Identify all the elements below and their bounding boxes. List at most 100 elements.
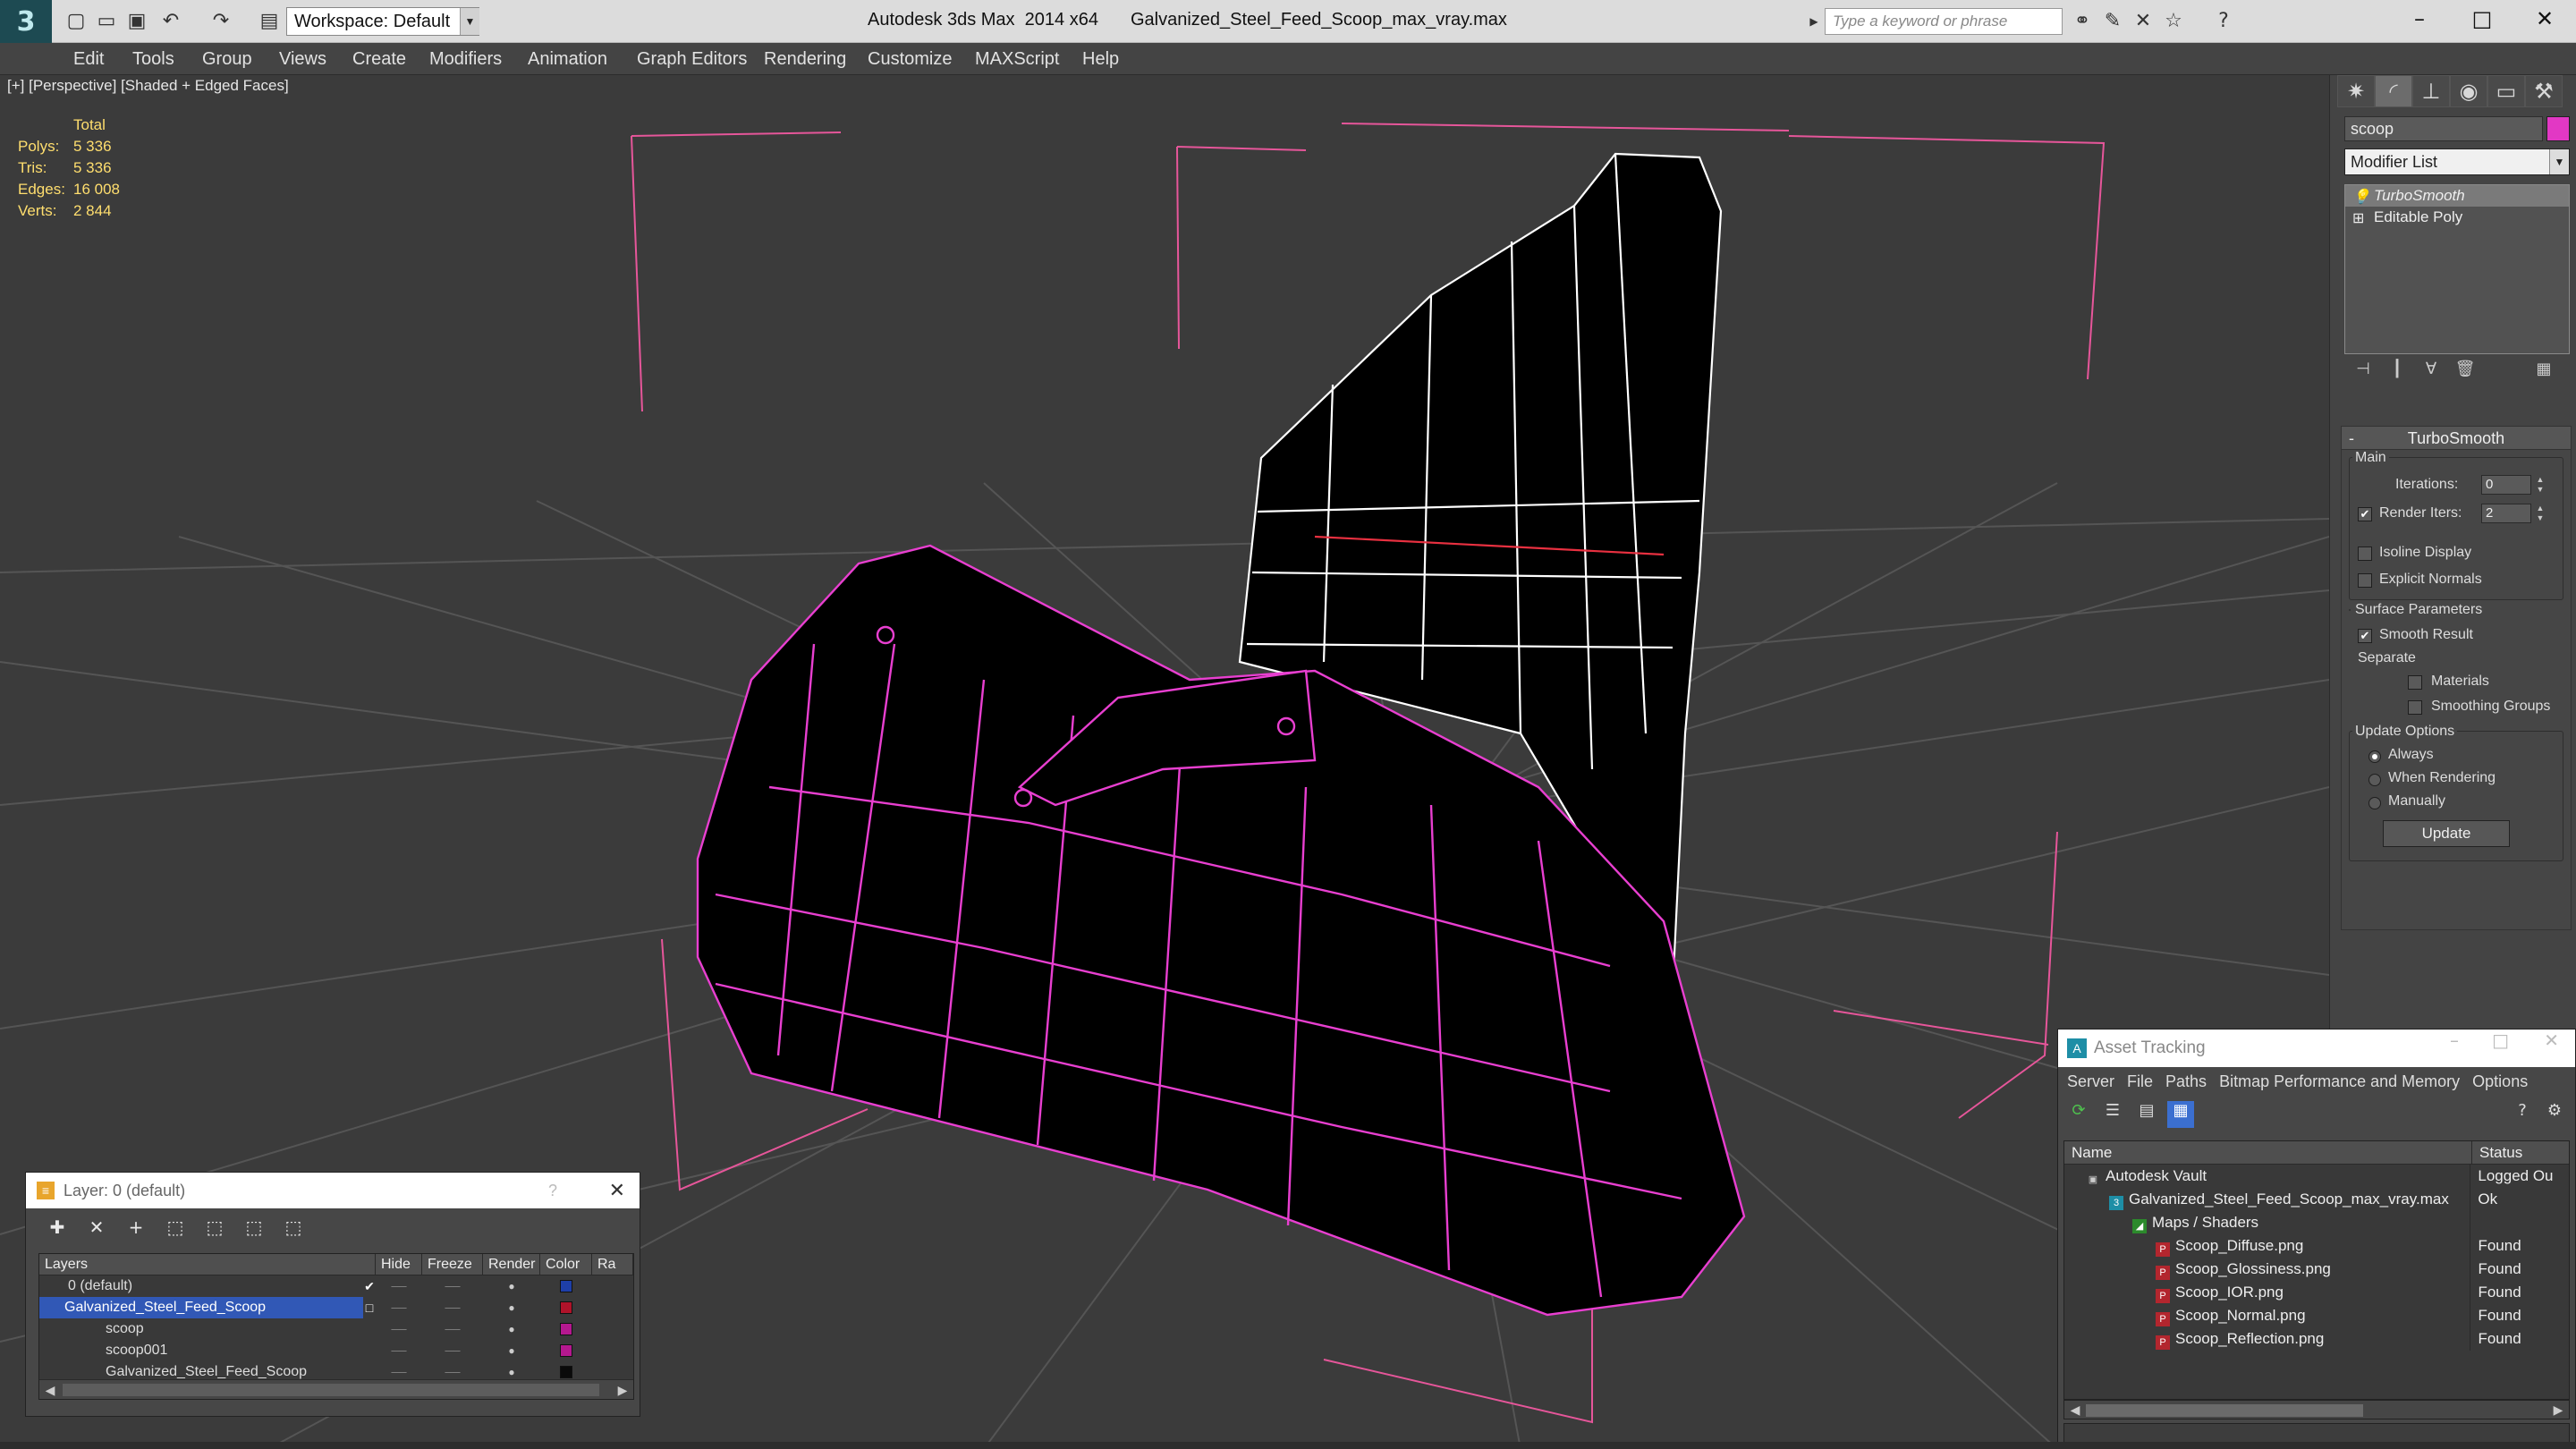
delete-layer-icon[interactable]: ✕ — [80, 1214, 114, 1241]
materials-checkbox[interactable] — [2408, 675, 2422, 690]
list-view-icon[interactable]: ☰ — [2099, 1101, 2126, 1128]
pin-stack-icon[interactable]: ⊣ — [2350, 360, 2377, 386]
col-status[interactable]: Status — [2472, 1141, 2522, 1164]
asset-name[interactable]: P Scoop_IOR.png — [2064, 1281, 2471, 1304]
menu-maxscript[interactable]: MAXScript — [975, 43, 1059, 75]
layer-help-icon[interactable]: ? — [548, 1173, 557, 1208]
configure-modifier-sets-icon[interactable]: ▦ — [2530, 360, 2557, 386]
hierarchy-tab-icon[interactable]: ⊥ — [2412, 75, 2450, 107]
layer-color[interactable] — [540, 1297, 592, 1318]
asset-name[interactable]: ◢ Maps / Shaders — [2064, 1211, 2471, 1234]
asset-row[interactable]: ▣ Autodesk Vault Logged Ou — [2064, 1165, 2569, 1188]
hide-toggle[interactable]: ── — [376, 1340, 422, 1361]
freeze-toggle[interactable]: ── — [422, 1297, 483, 1318]
close-button[interactable]: ✕ — [2513, 0, 2576, 39]
make-unique-icon[interactable]: ∀ — [2418, 360, 2445, 386]
layer-color[interactable] — [540, 1275, 592, 1297]
freeze-all-icon[interactable]: ⬚ — [276, 1214, 310, 1241]
layer-checkbox-icon[interactable]: □ — [363, 1297, 376, 1318]
layer-name[interactable]: scoop — [39, 1318, 363, 1340]
rollout-header[interactable]: - TurboSmooth — [2342, 427, 2571, 450]
menu-file[interactable]: File — [2127, 1067, 2153, 1096]
table-view-icon[interactable]: ▦ — [2167, 1101, 2194, 1128]
scroll-left-icon[interactable]: ◀ — [2066, 1401, 2084, 1419]
search-input[interactable]: Type a keyword or phrase — [1825, 8, 2063, 35]
menu-animation[interactable]: Animation — [528, 43, 607, 75]
maximize-icon[interactable]: □ — [2492, 1030, 2509, 1051]
hide-toggle[interactable]: ── — [376, 1275, 422, 1297]
select-objects-icon[interactable]: ⬚ — [158, 1214, 192, 1241]
minimize-icon[interactable]: – — [2450, 1030, 2459, 1051]
color-swatch[interactable] — [560, 1280, 572, 1292]
explicit-normals-checkbox[interactable] — [2358, 573, 2372, 588]
layer-name[interactable]: Galvanized_Steel_Feed_Scoop — [39, 1297, 363, 1318]
asset-row[interactable]: P Scoop_IOR.png Found — [2064, 1281, 2569, 1304]
viewport-label[interactable]: [+] [Perspective] [Shaded + Edged Faces] — [7, 75, 289, 97]
menu-modifiers[interactable]: Modifiers — [429, 43, 502, 75]
asset-row[interactable]: ◢ Maps / Shaders — [2064, 1211, 2569, 1234]
asset-name[interactable]: P Scoop_Glossiness.png — [2064, 1258, 2471, 1281]
color-swatch[interactable] — [560, 1366, 572, 1378]
menu-create[interactable]: Create — [352, 43, 406, 75]
col-radiosity[interactable]: Ra — [592, 1254, 633, 1275]
new-file-icon[interactable]: ▢ — [63, 7, 89, 36]
menu-help[interactable]: Help — [1082, 43, 1119, 75]
asset-horizontal-scrollbar[interactable]: ◀ ▶ — [2063, 1400, 2570, 1419]
stack-item-editable-poly[interactable]: ⊞ Editable Poly — [2345, 207, 2569, 228]
settings-icon[interactable]: ⚙ — [2541, 1101, 2568, 1128]
maximize-button[interactable]: □ — [2451, 0, 2513, 39]
menu-paths[interactable]: Paths — [2165, 1067, 2207, 1096]
asset-name[interactable]: P Scoop_Normal.png — [2064, 1304, 2471, 1327]
isoline-display-checkbox[interactable] — [2358, 547, 2372, 561]
layer-window-titlebar[interactable]: ≡ Layer: 0 (default) ? ✕ — [26, 1173, 640, 1208]
color-swatch[interactable] — [560, 1323, 572, 1335]
menu-server[interactable]: Server — [2067, 1067, 2114, 1096]
redo-icon[interactable]: ↷ — [208, 7, 234, 36]
workspace-dropdown[interactable]: Workspace: Default — [286, 7, 479, 36]
project-folder-icon[interactable]: ▤ — [256, 7, 283, 36]
scroll-thumb[interactable] — [2086, 1404, 2363, 1417]
col-name[interactable]: Name — [2064, 1141, 2472, 1164]
render-teapot-icon[interactable]: ● — [483, 1297, 540, 1318]
menu-rendering[interactable]: Rendering — [764, 43, 846, 75]
color-swatch[interactable] — [560, 1344, 572, 1357]
object-color-swatch[interactable] — [2546, 116, 2570, 141]
create-layer-icon[interactable]: ✚ — [40, 1214, 74, 1241]
scroll-left-icon[interactable]: ◀ — [41, 1380, 59, 1399]
menu-tools[interactable]: Tools — [132, 43, 174, 75]
asset-name[interactable]: P Scoop_Reflection.png — [2064, 1327, 2471, 1351]
menu-bitmap-performance[interactable]: Bitmap Performance and Memory — [2219, 1067, 2460, 1096]
layer-row[interactable]: scoop001 ── ── ● — [39, 1340, 633, 1361]
always-radio[interactable] — [2368, 750, 2381, 763]
freeze-toggle[interactable]: ── — [422, 1318, 483, 1340]
asset-name[interactable]: ▣ Autodesk Vault — [2064, 1165, 2471, 1188]
asset-row[interactable]: P Scoop_Reflection.png Found — [2064, 1327, 2569, 1351]
create-tab-icon[interactable]: ✷ — [2337, 75, 2375, 107]
menu-graph-editors[interactable]: Graph Editors — [637, 43, 747, 75]
col-color[interactable]: Color — [540, 1254, 592, 1275]
smooth-result-checkbox[interactable]: ✔ — [2358, 629, 2372, 643]
add-to-layer-icon[interactable]: + — [119, 1214, 153, 1241]
layer-name[interactable]: 0 (default) — [39, 1275, 363, 1297]
communication-icon[interactable]: ✕ — [2129, 7, 2157, 36]
layer-horizontal-scrollbar[interactable]: ◀ ▶ — [39, 1379, 633, 1399]
modify-tab-icon[interactable]: ◜ — [2375, 75, 2412, 107]
smoothing-groups-checkbox[interactable] — [2408, 700, 2422, 715]
spinner-arrows-icon[interactable]: ▲ ▼ — [2533, 475, 2547, 495]
menu-customize[interactable]: Customize — [868, 43, 952, 75]
update-button[interactable]: Update — [2383, 820, 2510, 847]
hide-toggle[interactable]: ── — [376, 1297, 422, 1318]
col-layers[interactable]: Layers — [39, 1254, 376, 1275]
hide-toggle[interactable]: ── — [376, 1318, 422, 1340]
render-teapot-icon[interactable]: ● — [483, 1340, 540, 1361]
subscription-icon[interactable]: ✎ — [2098, 7, 2127, 36]
asset-row[interactable]: P Scoop_Normal.png Found — [2064, 1304, 2569, 1327]
layer-row[interactable]: 0 (default) ✔ ── ── ● — [39, 1275, 633, 1297]
render-teapot-icon[interactable]: ● — [483, 1318, 540, 1340]
menu-options[interactable]: Options — [2472, 1067, 2528, 1096]
manually-radio[interactable] — [2368, 797, 2381, 809]
iterations-spinner[interactable]: 0 — [2481, 475, 2531, 495]
hide-all-icon[interactable]: ⬚ — [237, 1214, 271, 1241]
open-file-icon[interactable]: ▭ — [93, 7, 120, 36]
undo-icon[interactable]: ↶ — [157, 7, 184, 36]
